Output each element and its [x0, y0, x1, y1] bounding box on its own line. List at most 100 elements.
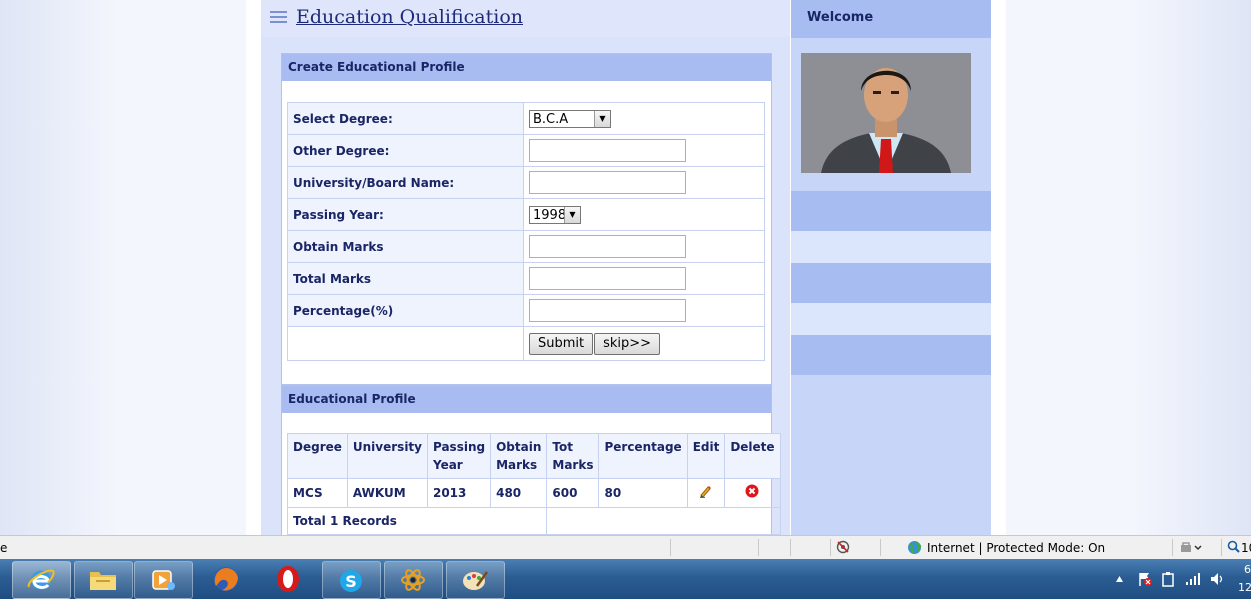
- sidebar-band: [791, 335, 991, 375]
- other-degree-input[interactable]: [529, 139, 686, 162]
- obtain-marks-input[interactable]: [529, 235, 686, 258]
- form-row-passing-year: Passing Year: 1998 ▼: [287, 198, 765, 231]
- university-label: University/Board Name:: [287, 166, 524, 199]
- action-center-flag-icon[interactable]: [1137, 571, 1153, 587]
- educational-profile-panel: Educational Profile Degree University Pa…: [281, 385, 781, 547]
- form-row-percentage: Percentage(%): [287, 294, 765, 327]
- show-hidden-icons-icon[interactable]: [1115, 575, 1124, 583]
- folder-icon: [90, 572, 116, 590]
- column-header: Degree: [287, 433, 348, 479]
- other-degree-label: Other Degree:: [287, 134, 524, 167]
- create-profile-header: Create Educational Profile: [282, 54, 771, 81]
- browser-status-bar: e Internet | Protected Mode: On 10: [0, 535, 1251, 560]
- sidebar-band-light: [791, 231, 991, 263]
- records-count: Total 1 Records: [286, 507, 548, 535]
- sidebar-band: [791, 191, 991, 231]
- form-row-actions: Submit skip>>: [287, 326, 765, 361]
- windows-taskbar: S 6 12: [0, 559, 1251, 599]
- table-row: MCS AWKUM 2013 480 600 80: [287, 478, 781, 508]
- privacy-icon[interactable]: [836, 540, 850, 554]
- protected-mode-icon[interactable]: [1180, 541, 1202, 554]
- educational-profile-header: Educational Profile: [282, 386, 771, 413]
- edit-icon[interactable]: [699, 484, 713, 498]
- zoom-icon[interactable]: [1227, 540, 1240, 553]
- atom-icon: [401, 569, 425, 591]
- paint-icon: [463, 571, 489, 590]
- degree-label: Select Degree:: [287, 102, 524, 135]
- column-header: Passing Year: [426, 433, 492, 479]
- title-bar: Education Qualification: [261, 0, 790, 37]
- security-zone-text: Internet | Protected Mode: On: [927, 541, 1106, 555]
- column-header: Obtain Marks: [490, 433, 548, 479]
- sidebar: Welcome: [791, 0, 991, 535]
- obtained-cell: 480: [490, 478, 548, 508]
- table-header-row: Degree University Passing Year Obtain Ma…: [287, 433, 781, 479]
- edit-cell: [686, 478, 726, 508]
- main-column: Education Qualification Create Education…: [261, 0, 790, 547]
- menu-icon[interactable]: [270, 11, 287, 25]
- page-title[interactable]: Education Qualification: [296, 6, 523, 28]
- profile-photo: [801, 53, 971, 173]
- zoom-level[interactable]: 10: [1241, 541, 1251, 555]
- degree-select[interactable]: B.C.A ▼: [529, 109, 611, 128]
- passing-year-select-value: 1998: [533, 207, 567, 223]
- sidebar-band-light: [791, 303, 991, 335]
- passing-year-select[interactable]: 1998 ▼: [529, 205, 581, 224]
- degree-cell: MCS: [287, 478, 348, 508]
- taskbar-atom-app[interactable]: [384, 561, 443, 599]
- taskbar-paint[interactable]: [446, 561, 505, 599]
- network-signal-icon[interactable]: [1185, 572, 1201, 586]
- form-row-total-marks: Total Marks: [287, 262, 765, 295]
- clock-date[interactable]: 12: [1238, 581, 1251, 594]
- taskbar-media-player[interactable]: [134, 561, 193, 599]
- educational-profile-table: Degree University Passing Year Obtain Ma…: [286, 433, 781, 535]
- media-player-icon: [152, 570, 175, 590]
- form-row-other-degree: Other Degree:: [287, 134, 765, 167]
- table-footer-row: Total 1 Records: [286, 507, 781, 535]
- total-cell: 600: [546, 478, 600, 508]
- firefox-icon[interactable]: [210, 564, 242, 594]
- university-cell: AWKUM: [346, 478, 428, 508]
- form-row-university: University/Board Name:: [287, 166, 765, 199]
- svg-text:S: S: [345, 572, 357, 591]
- taskbar-internet-explorer[interactable]: [12, 561, 71, 599]
- obtain-marks-label: Obtain Marks: [287, 230, 524, 263]
- submit-button[interactable]: Submit: [529, 332, 594, 355]
- passing-year-label: Passing Year:: [287, 198, 524, 231]
- column-header: Percentage: [598, 433, 688, 479]
- globe-icon: [908, 541, 922, 555]
- percentage-cell: 80: [598, 478, 688, 508]
- column-header: Edit: [686, 433, 726, 479]
- delete-icon[interactable]: [745, 484, 759, 498]
- taskbar-skype[interactable]: S: [322, 561, 381, 599]
- opera-icon[interactable]: [274, 564, 302, 594]
- sidebar-band: [791, 263, 991, 303]
- percentage-label: Percentage(%): [287, 294, 524, 327]
- chevron-down-icon[interactable]: ▼: [564, 206, 580, 223]
- degree-select-value: B.C.A: [533, 111, 569, 127]
- volume-icon[interactable]: [1209, 571, 1225, 587]
- content-area: Education Qualification Create Education…: [246, 0, 1006, 547]
- sidebar-welcome: Welcome: [791, 0, 991, 38]
- percentage-input[interactable]: [529, 299, 686, 322]
- total-marks-label: Total Marks: [287, 262, 524, 295]
- form-row-degree: Select Degree: B.C.A ▼: [287, 102, 765, 135]
- internet-explorer-icon: [27, 569, 55, 590]
- clipboard-icon[interactable]: [1161, 571, 1175, 587]
- degree-cell: B.C.A ▼: [523, 102, 765, 135]
- year-cell: 2013: [426, 478, 492, 508]
- column-header: Tot Marks: [546, 433, 600, 479]
- chevron-down-icon[interactable]: ▼: [594, 110, 610, 127]
- skype-icon: S: [340, 570, 362, 592]
- university-input[interactable]: [529, 171, 686, 194]
- status-text: e: [0, 541, 8, 555]
- taskbar-windows-explorer[interactable]: [74, 561, 133, 599]
- delete-cell: [724, 478, 781, 508]
- create-profile-panel: Create Educational Profile Select Degree…: [281, 53, 772, 385]
- column-header: University: [346, 433, 428, 479]
- skip-button[interactable]: skip>>: [594, 332, 661, 355]
- create-profile-form: Select Degree: B.C.A ▼ Other Degree: Uni…: [287, 102, 765, 361]
- clock-time[interactable]: 6: [1244, 563, 1251, 576]
- form-row-obtain-marks: Obtain Marks: [287, 230, 765, 263]
- total-marks-input[interactable]: [529, 267, 686, 290]
